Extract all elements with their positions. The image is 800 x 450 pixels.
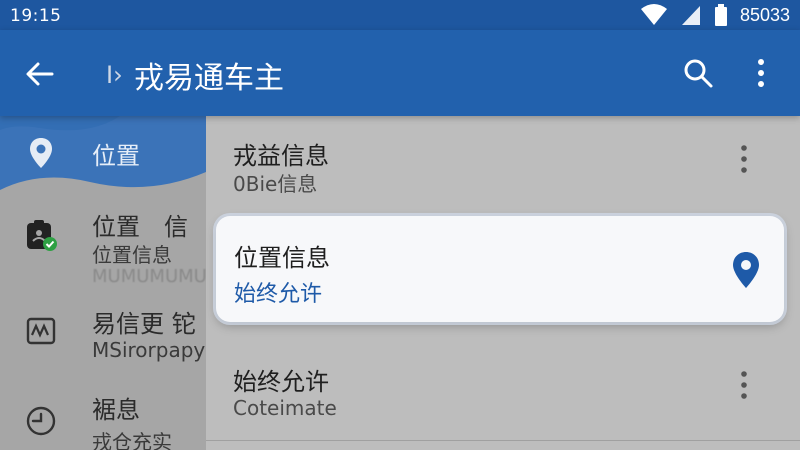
status-bar: 19:15 85033 bbox=[0, 0, 800, 30]
card-subtitle: 始终允许 bbox=[234, 282, 323, 307]
wifi-icon bbox=[640, 4, 667, 25]
battery-icon bbox=[714, 4, 727, 26]
drawer-item-label: 易信更 铊 bbox=[92, 310, 196, 338]
list-item-title: 始终允许 bbox=[233, 368, 329, 396]
drawer-item-label: 位置 信 bbox=[92, 213, 188, 241]
more-vert-icon[interactable] bbox=[734, 368, 754, 402]
drawer-item-label: 裾息 bbox=[92, 396, 140, 424]
list-divider bbox=[206, 440, 800, 441]
drawer-item-sublabel: MSirorpapy bbox=[92, 338, 206, 362]
location-permission-card[interactable]: 位置信息 始终允许 bbox=[216, 216, 784, 322]
battery-text: 85033 bbox=[739, 4, 790, 25]
back-arrow-icon[interactable] bbox=[22, 56, 58, 92]
location-pin-icon[interactable] bbox=[730, 250, 762, 290]
signal-icon bbox=[681, 6, 700, 25]
list-item-subtitle: Coteimate bbox=[233, 396, 337, 420]
side-drawer: 位置 位置 信 位置信息 MUMUMUMU 易信更 铊 MSirorpapy 裾… bbox=[0, 116, 206, 450]
drawer-item-location[interactable]: 位置 bbox=[0, 116, 206, 196]
title-caret: I› bbox=[106, 61, 123, 89]
search-icon[interactable] bbox=[680, 55, 716, 91]
list-item-subtitle: 0Bie信息 bbox=[233, 172, 318, 196]
drawer-item-label: 位置 bbox=[92, 142, 140, 170]
drawer-item-extra: MUMUMUMU bbox=[92, 266, 206, 287]
clock-icon bbox=[26, 406, 56, 436]
app-bar: I› 戎易通车主 bbox=[0, 30, 800, 116]
page-title: 戎易通车主 bbox=[134, 61, 284, 96]
status-icons: 85033 bbox=[640, 3, 790, 27]
drawer-item-sublabel: 戎仓充实 bbox=[92, 430, 172, 450]
activity-chart-icon bbox=[26, 317, 56, 345]
drawer-item-history[interactable]: 裾息 戎仓充实 bbox=[0, 374, 206, 450]
location-pin-icon bbox=[30, 138, 52, 168]
drawer-item-sublabel: 位置信息 bbox=[92, 243, 172, 267]
list-item[interactable]: 始终允许 Coteimate bbox=[206, 342, 800, 450]
drawer-item-messages[interactable]: 易信更 铊 MSirorpapy bbox=[0, 296, 206, 372]
card-title: 位置信息 bbox=[234, 244, 330, 272]
drawer-item-location-info[interactable]: 位置 信 位置信息 MUMUMUMU bbox=[0, 202, 206, 294]
list-item[interactable]: 戎益信息 0Bie信息 bbox=[206, 116, 800, 214]
status-time: 19:15 bbox=[10, 6, 62, 26]
more-vert-icon[interactable] bbox=[734, 142, 754, 176]
more-vert-icon[interactable] bbox=[746, 55, 776, 91]
id-badge-check-icon bbox=[27, 220, 57, 251]
list-item-title: 戎益信息 bbox=[233, 142, 329, 170]
